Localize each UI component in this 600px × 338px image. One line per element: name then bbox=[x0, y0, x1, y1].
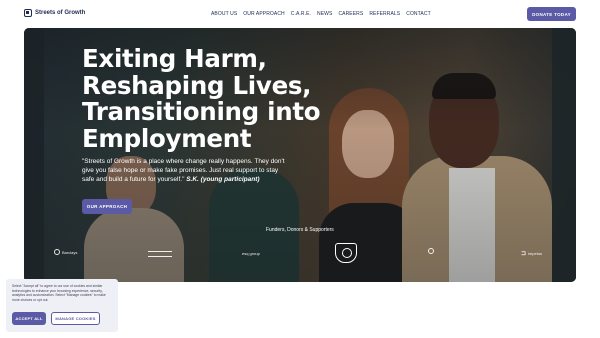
site-logo[interactable]: Streets of Growth bbox=[24, 9, 85, 17]
headline-line: Exiting Harm, bbox=[82, 44, 267, 73]
cookie-banner: Select "Accept all" to agree to our use … bbox=[6, 279, 118, 332]
manage-cookies-button[interactable]: MANAGE COOKIES bbox=[51, 312, 100, 325]
funder-logo: esq group bbox=[242, 251, 260, 256]
cookie-text: Select "Accept all" to agree to our use … bbox=[12, 284, 106, 302]
our-approach-button[interactable]: OUR APPROACH bbox=[82, 199, 132, 214]
wordmark-logo-icon: ⊐ bbox=[521, 251, 527, 257]
funder-logo bbox=[428, 248, 434, 254]
funders-title: Funders, Donors & Supporters bbox=[266, 227, 334, 233]
square-logo-icon bbox=[24, 9, 32, 17]
nav-referrals[interactable]: REFERRALS bbox=[369, 11, 400, 17]
nav-careers[interactable]: CAREERS bbox=[338, 11, 363, 17]
funder-name: Barclays bbox=[62, 249, 78, 255]
nav-care[interactable]: C.A.R.E. bbox=[291, 11, 311, 17]
nav-contact[interactable]: CONTACT bbox=[406, 11, 431, 17]
donate-button[interactable]: DONATE TODAY bbox=[527, 7, 576, 21]
hero-headline: Exiting Harm, Reshaping Lives, Transitio… bbox=[82, 44, 382, 153]
wordmark-logo-icon: esq group bbox=[242, 251, 260, 256]
headline-line: Transitioning into bbox=[82, 97, 321, 126]
circle-logo-icon bbox=[428, 248, 434, 254]
crest-logo-icon bbox=[335, 243, 357, 263]
site-header: Streets of Growth ABOUT US OUR APPROACH … bbox=[0, 0, 600, 28]
funder-name: impetus bbox=[528, 251, 543, 256]
main-nav: ABOUT US OUR APPROACH C.A.R.E. NEWS CARE… bbox=[211, 11, 431, 17]
nav-about-us[interactable]: ABOUT US bbox=[211, 11, 237, 17]
funder-logo: ⊐ impetus bbox=[521, 250, 542, 257]
testimonial-quote: "Streets of Growth is a place where chan… bbox=[82, 157, 292, 184]
headline-line: Employment bbox=[82, 123, 252, 153]
logo-text: Streets of Growth bbox=[35, 10, 86, 16]
headline-line: Reshaping Lives, bbox=[82, 70, 312, 100]
quote-author: S.K. (young participant) bbox=[186, 176, 260, 183]
funder-logos: Barclays esq group ⊐ impetus bbox=[24, 242, 576, 268]
text-logo-icon bbox=[148, 251, 172, 257]
accept-all-button[interactable]: ACCEPT ALL bbox=[12, 312, 46, 325]
page: Streets of Growth ABOUT US OUR APPROACH … bbox=[0, 0, 600, 338]
nav-news[interactable]: NEWS bbox=[317, 11, 332, 17]
nav-our-approach[interactable]: OUR APPROACH bbox=[243, 11, 285, 17]
funder-logo: Barclays bbox=[54, 249, 77, 255]
circle-logo-icon bbox=[54, 249, 60, 255]
hero-banner: Exiting Harm, Reshaping Lives, Transitio… bbox=[24, 28, 576, 282]
